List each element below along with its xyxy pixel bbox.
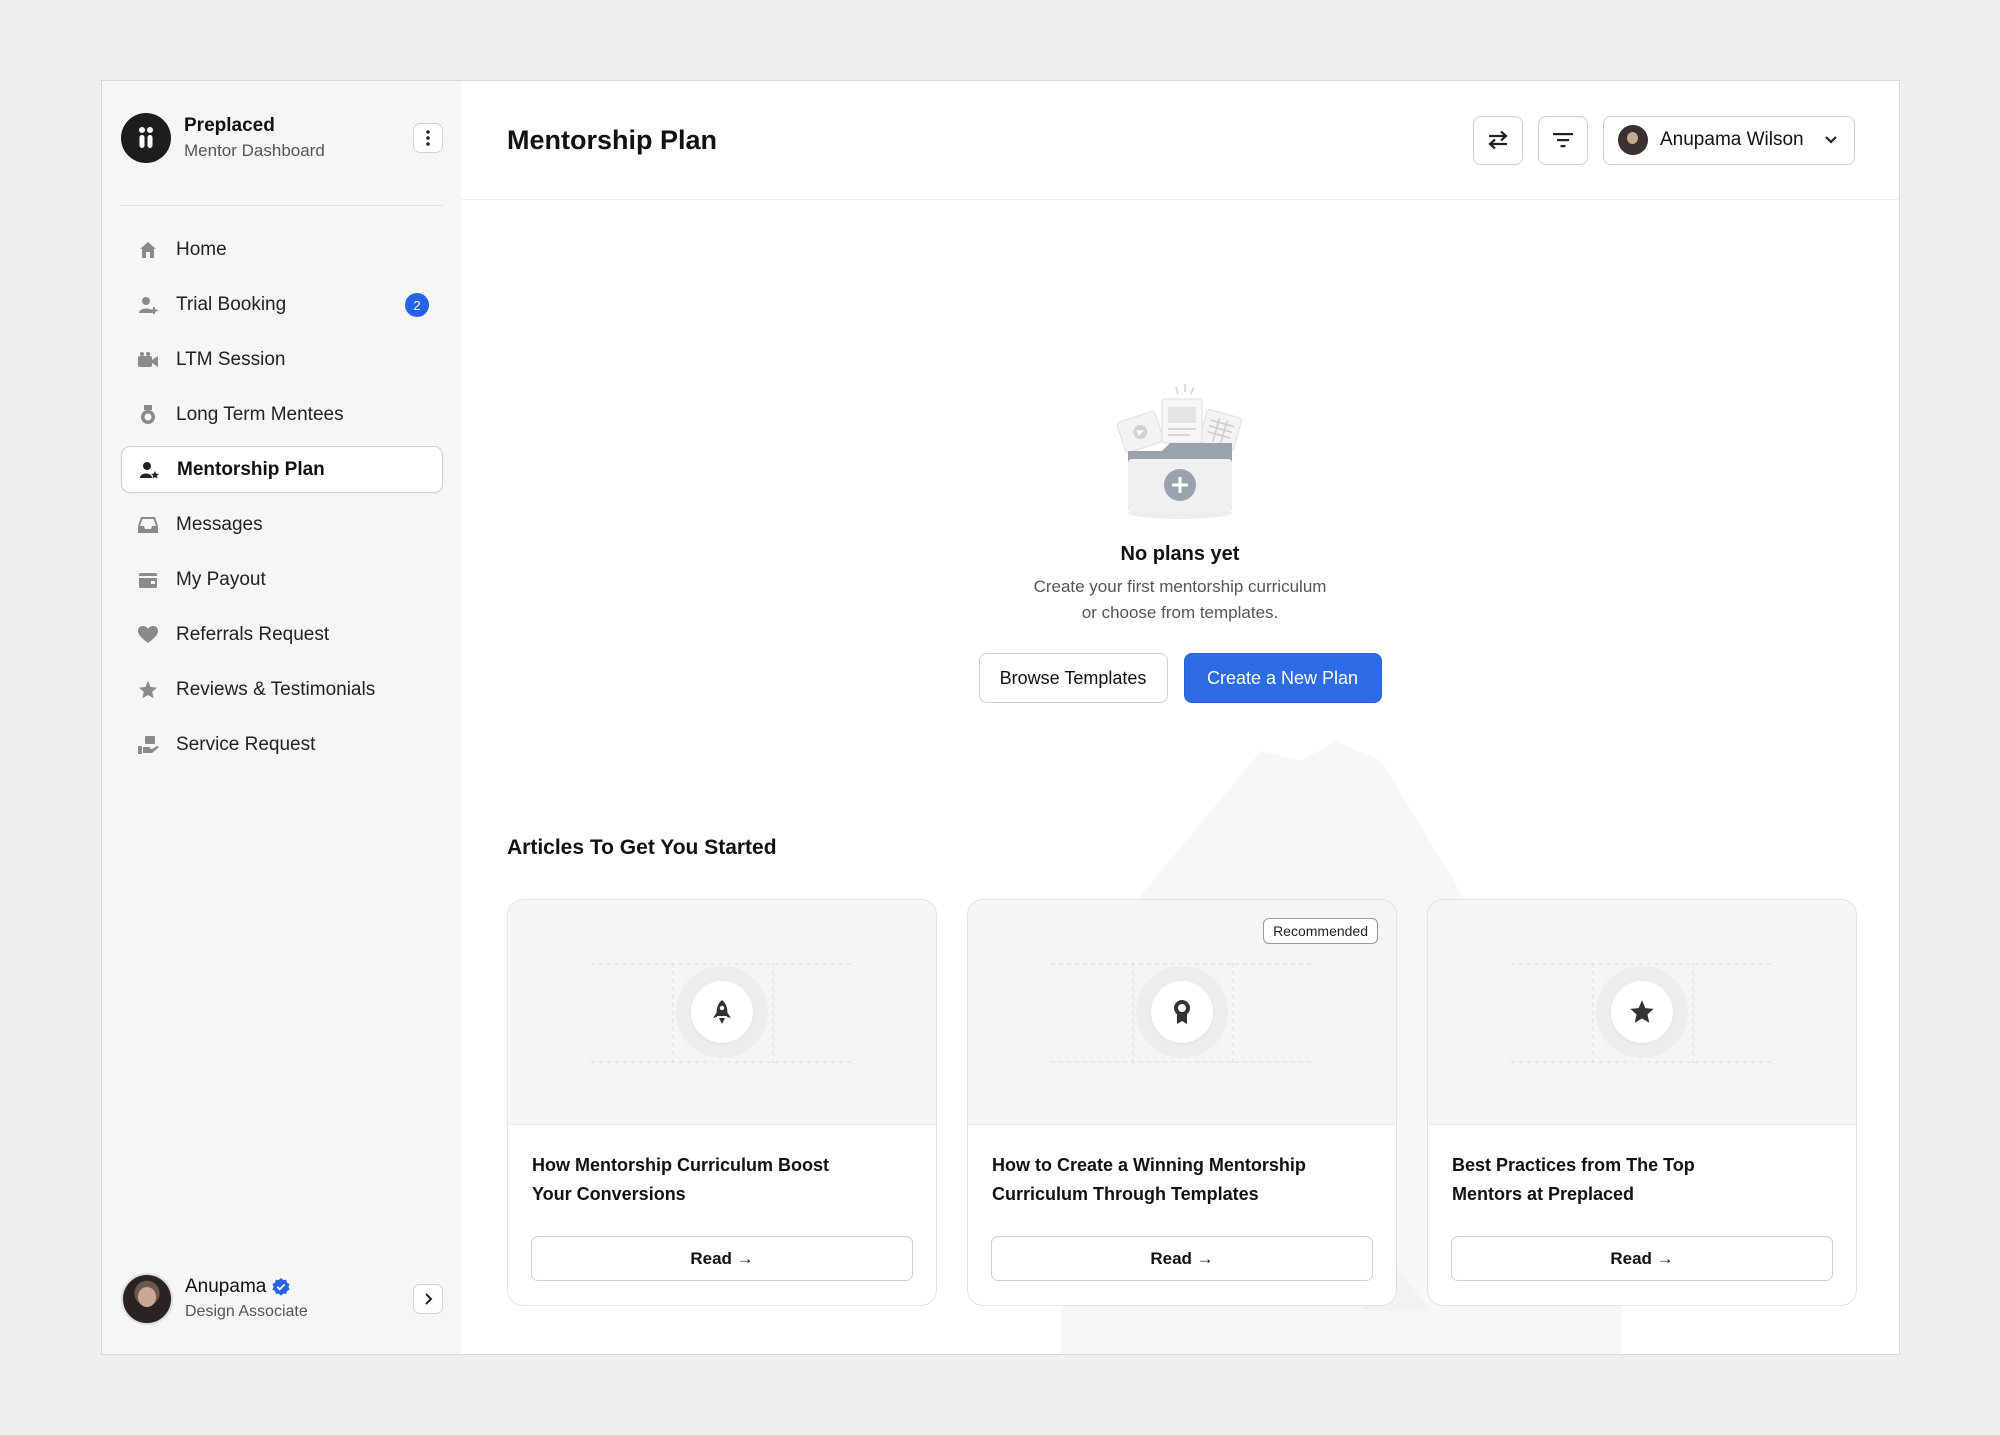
create-plan-button[interactable]: Create a New Plan: [1183, 653, 1382, 703]
brand-logo: [121, 113, 171, 163]
article-card: Best Practices from The Top Mentors at P…: [1427, 899, 1857, 1306]
icon-circle: [1611, 981, 1673, 1043]
brand-subtitle: Mentor Dashboard: [184, 141, 325, 160]
inbox-icon: [137, 514, 159, 536]
read-article-button[interactable]: Read →: [531, 1236, 913, 1281]
article-thumbnail: [1428, 900, 1856, 1125]
brand-name: Preplaced: [184, 115, 275, 136]
user-plus-icon: [137, 294, 159, 316]
rocket-icon: [713, 1000, 731, 1024]
article-title-line: Curriculum Through Templates: [992, 1184, 1259, 1204]
more-options-button[interactable]: [413, 123, 443, 153]
avatar: [1618, 125, 1648, 155]
wallet-icon: [137, 569, 159, 591]
read-article-button[interactable]: Read →: [991, 1236, 1373, 1281]
sidebar-item-referrals-request[interactable]: Referrals Request: [121, 611, 443, 658]
article-thumbnail: Recommended: [968, 900, 1396, 1125]
notification-badge: 2: [405, 293, 429, 317]
filter-button[interactable]: [1538, 115, 1588, 165]
medal-icon: [137, 404, 159, 426]
article-title: How Mentorship Curriculum Boost Your Con…: [508, 1125, 936, 1235]
sidebar-item-label: Reviews & Testimonials: [176, 678, 376, 700]
empty-folder-illustration: [1116, 384, 1243, 519]
article-title-line: Your Conversions: [532, 1184, 686, 1204]
sidebar-item-service-request[interactable]: Service Request: [121, 721, 443, 768]
sidebar-item-trial-booking[interactable]: Trial Booking 2: [121, 281, 443, 328]
sidebar-item-label: Home: [176, 238, 227, 260]
empty-state-description: Create your first mentorship curriculum …: [1010, 574, 1350, 626]
article-card: How Mentorship Curriculum Boost Your Con…: [507, 899, 937, 1306]
icon-ring: [676, 966, 768, 1058]
award-icon: [1174, 1000, 1190, 1024]
expand-profile-button[interactable]: [413, 1284, 443, 1314]
article-title-line: Mentors at Preplaced: [1452, 1184, 1635, 1204]
sidebar-item-ltm-session[interactable]: LTM Session: [121, 336, 443, 383]
sidebar-item-label: Service Request: [176, 733, 316, 755]
sidebar: Preplaced Mentor Dashboard Home Trial Bo…: [102, 81, 461, 1354]
recommended-badge: Recommended: [1263, 918, 1378, 944]
article-thumbnail: [508, 900, 936, 1125]
empty-state-description-line: Create your first mentorship curriculum: [1033, 577, 1327, 596]
icon-circle: [691, 981, 753, 1043]
sidebar-item-home[interactable]: Home: [121, 226, 443, 273]
user-dropdown[interactable]: Anupama Wilson: [1603, 115, 1855, 165]
sidebar-item-label: Mentorship Plan: [177, 458, 325, 480]
article-title-line: Best Practices from The Top: [1452, 1155, 1695, 1175]
user-role: Design Associate: [185, 1303, 308, 1320]
home-icon: [137, 239, 159, 261]
hand-box-icon: [137, 734, 159, 756]
empty-state-description-line: or choose from templates.: [1081, 603, 1279, 622]
article-title: How to Create a Winning Mentorship Curri…: [968, 1125, 1396, 1235]
icon-ring: [1596, 966, 1688, 1058]
article-title-line: How to Create a Winning Mentorship: [992, 1155, 1306, 1175]
sidebar-item-label: Trial Booking: [176, 293, 287, 315]
article-card: Recommended How to Create a Winning Ment…: [967, 899, 1397, 1306]
star-icon: [137, 679, 159, 701]
sidebar-item-mentorship-plan[interactable]: Mentorship Plan: [121, 446, 443, 493]
sidebar-item-label: Long Term Mentees: [176, 403, 344, 425]
empty-state: No plans yet Create your first mentorshi…: [461, 381, 1899, 703]
video-icon: [137, 349, 159, 371]
sidebar-item-long-term-mentees[interactable]: Long Term Mentees: [121, 391, 443, 438]
article-title: Best Practices from The Top Mentors at P…: [1428, 1125, 1856, 1235]
page-title: Mentorship Plan: [507, 124, 718, 155]
user-star-icon: [138, 459, 160, 481]
app-window: Preplaced Mentor Dashboard Home Trial Bo…: [101, 80, 1900, 1355]
switch-button[interactable]: [1473, 115, 1523, 165]
main-content: Mentorship Plan Anupama Wilson No plans …: [461, 81, 1899, 1354]
star-icon: [1630, 1000, 1654, 1023]
sidebar-item-label: Messages: [176, 513, 263, 535]
sidebar-item-my-payout[interactable]: My Payout: [121, 556, 443, 603]
sidebar-nav: Home Trial Booking 2 LTM Session Long Te…: [121, 226, 443, 776]
brand-header: Preplaced Mentor Dashboard: [121, 112, 443, 164]
sidebar-item-label: Referrals Request: [176, 623, 330, 645]
verified-badge-icon: [272, 1278, 290, 1296]
articles-section-title: Articles To Get You Started: [507, 836, 777, 859]
articles-list: How Mentorship Curriculum Boost Your Con…: [507, 899, 1857, 1306]
user-profile-card[interactable]: Anupama Design Associate: [121, 1272, 443, 1326]
user-dropdown-name: Anupama Wilson: [1660, 129, 1804, 150]
user-name: Anupama: [185, 1276, 267, 1297]
sidebar-item-reviews-testimonials[interactable]: Reviews & Testimonials: [121, 666, 443, 713]
swap-arrows-icon: [1488, 130, 1508, 150]
chevron-down-icon: [1825, 136, 1837, 144]
heart-icon: [137, 624, 159, 646]
avatar: [121, 1273, 173, 1325]
filter-icon: [1553, 133, 1573, 148]
browse-templates-button[interactable]: Browse Templates: [978, 653, 1168, 703]
article-title-line: How Mentorship Curriculum Boost: [532, 1155, 829, 1175]
chevron-right-icon: [425, 1293, 433, 1305]
kebab-icon: [426, 130, 430, 146]
sidebar-item-messages[interactable]: Messages: [121, 501, 443, 548]
empty-state-title: No plans yet: [1120, 543, 1240, 565]
sidebar-item-label: LTM Session: [176, 348, 286, 370]
empty-state-actions: Browse Templates Create a New Plan: [978, 653, 1382, 703]
divider: [121, 205, 443, 206]
sidebar-item-label: My Payout: [176, 568, 266, 590]
read-article-button[interactable]: Read →: [1451, 1236, 1833, 1281]
top-bar: Mentorship Plan Anupama Wilson: [461, 81, 1899, 200]
icon-circle: [1151, 981, 1213, 1043]
icon-ring: [1136, 966, 1228, 1058]
